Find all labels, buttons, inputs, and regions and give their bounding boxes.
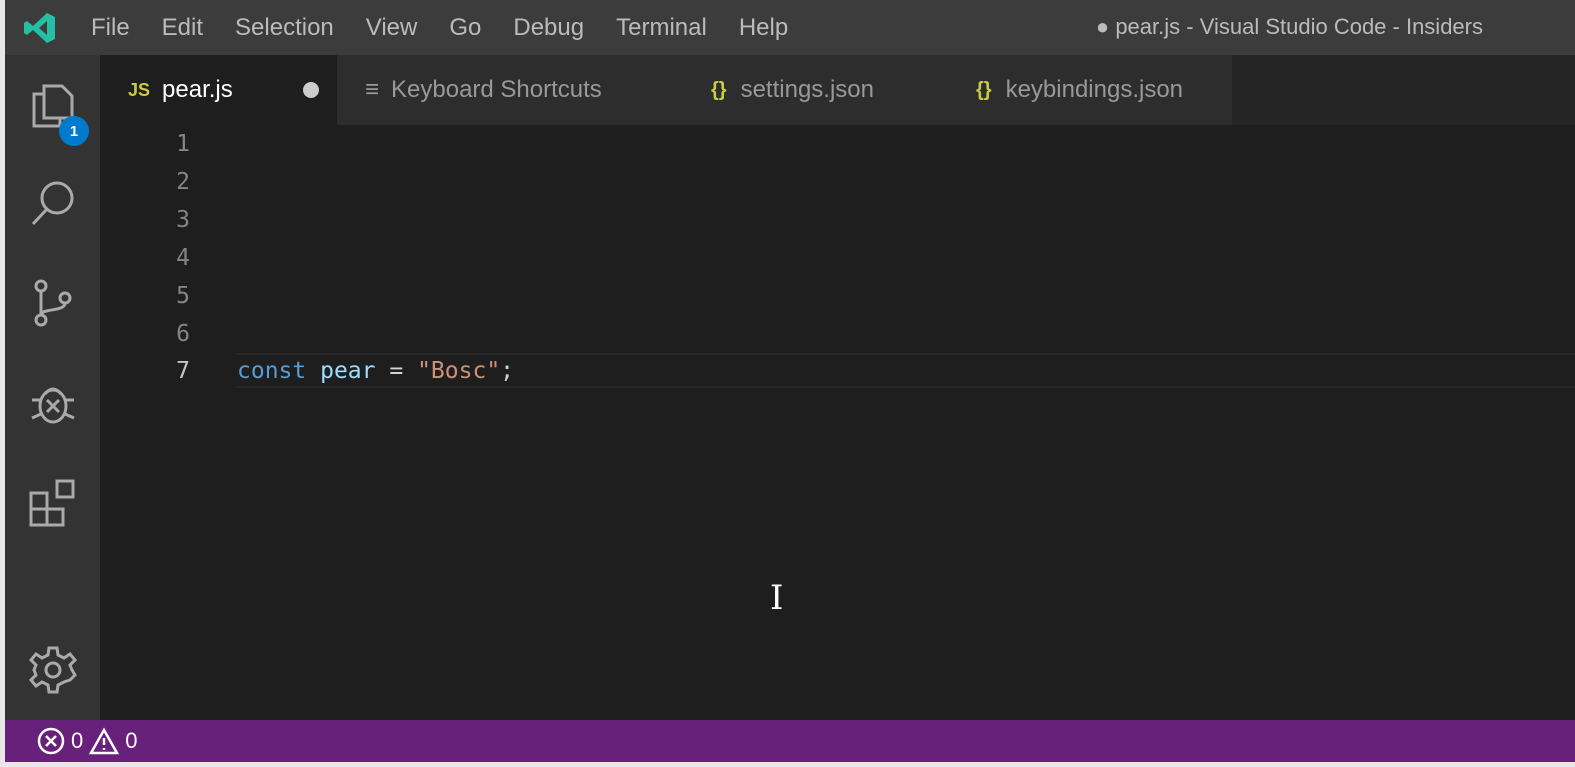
tab-bar: JS pear.js ≡ Keyboard Shortcuts {} settings… [100,55,1575,125]
code-line: const pear = "Bosc"; [237,352,514,390]
source-control-icon [34,279,71,327]
warning-count[interactable]: 0 [125,728,137,754]
vscode-window: File Edit Selection View Go Debug Termin… [5,0,1575,762]
menu-selection[interactable]: Selection [219,14,350,42]
vscode-logo-icon [5,11,75,45]
line-number: 3 [176,207,190,233]
line-number: 6 [176,321,190,347]
error-icon[interactable] [37,727,65,755]
text-cursor-icon: I [770,578,784,618]
line-number: 2 [176,169,190,195]
line-number: 5 [176,283,190,309]
menu-go[interactable]: Go [433,14,497,42]
menu-file[interactable]: File [75,14,146,42]
string: "Bosc" [417,358,501,384]
tab-label: Keyboard Shortcuts [391,76,602,103]
extensions-button[interactable] [5,463,100,543]
status-bar: 0 0 [5,720,1575,762]
error-count[interactable]: 0 [71,728,83,754]
tab-label: settings.json [740,76,874,103]
tab-keyboard-shortcuts[interactable]: ≡ Keyboard Shortcuts [337,55,667,125]
line-number: 7 [176,358,190,384]
tab-pear-js[interactable]: JS pear.js [100,55,337,125]
menu-edit[interactable]: Edit [146,14,219,42]
title-bar: File Edit Selection View Go Debug Termin… [5,0,1575,55]
list-icon: ≡ [365,76,380,103]
js-file-icon: JS [128,79,151,100]
gear-icon [28,646,77,694]
keyword: const [237,358,307,384]
activity-bar: 1 [5,55,100,720]
search-button[interactable] [5,163,100,243]
source-control-button[interactable] [5,263,100,343]
json-icon: {} [711,78,727,101]
debug-icon [30,387,75,424]
window-title: ● pear.js - Visual Studio Code - Insider… [1095,14,1483,39]
menu-help[interactable]: Help [723,14,804,42]
explorer-button[interactable]: 1 [5,65,100,146]
explorer-badge: 1 [59,116,89,146]
code-editor[interactable]: 1 2 3 4 5 6 7 const pear = "Bosc"; I [100,125,1575,720]
warning-icon[interactable] [89,727,120,755]
extensions-icon [29,479,74,527]
menu-view[interactable]: View [350,14,434,42]
tab-settings-json[interactable]: {} settings.json [667,55,932,125]
settings-button[interactable] [5,630,100,710]
menu-terminal[interactable]: Terminal [600,14,723,42]
line-number: 1 [176,131,190,157]
operator: = [389,358,404,384]
tab-label: pear.js [162,76,233,103]
tab-keybindings-json[interactable]: {} keybindings.json [932,55,1232,125]
menu-debug[interactable]: Debug [497,14,600,42]
debug-button[interactable] [5,363,100,443]
variable: pear [320,358,376,384]
semicolon: ; [500,358,515,384]
search-icon [31,181,73,226]
tab-label: keybindings.json [1005,76,1184,103]
json-icon: {} [976,78,992,101]
unsaved-dot-icon[interactable] [303,82,319,98]
line-number: 4 [176,245,190,271]
